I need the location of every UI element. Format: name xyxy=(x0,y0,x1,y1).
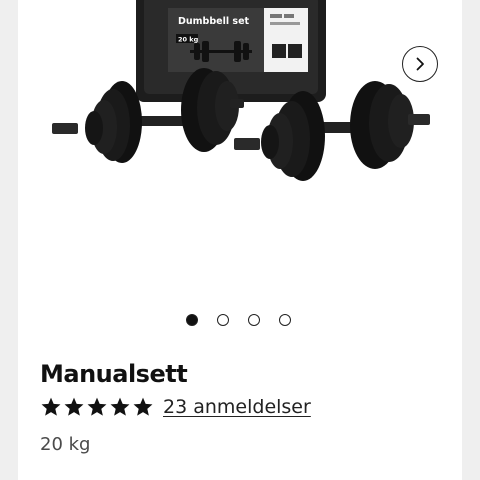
star-icon xyxy=(41,397,61,416)
chevron-right-icon xyxy=(416,57,424,71)
product-title: Manualsett xyxy=(40,360,188,388)
product-variant-weight: 20 kg xyxy=(40,434,91,455)
star-icon xyxy=(133,397,153,416)
case-label-title: Dumbbell set xyxy=(178,16,250,27)
gallery-dot[interactable] xyxy=(217,314,229,326)
product-card: Dumbbell set 20 kg Manualsett 23 anmelde… xyxy=(18,0,462,480)
gallery-dot[interactable] xyxy=(279,314,291,326)
star-icon xyxy=(87,397,107,416)
rating-stars xyxy=(40,396,154,418)
star-icon xyxy=(64,397,84,416)
product-rating: 23 anmeldelser xyxy=(40,396,311,418)
product-image-gallery[interactable]: Dumbbell set 20 kg xyxy=(18,0,462,300)
star-icon xyxy=(110,397,130,416)
gallery-dot[interactable] xyxy=(248,314,260,326)
next-image-button[interactable] xyxy=(402,46,438,82)
gallery-pagination xyxy=(186,314,291,326)
gallery-dot[interactable] xyxy=(186,314,198,326)
reviews-link[interactable]: 23 anmeldelser xyxy=(163,396,311,418)
case-label-weight: 20 kg xyxy=(178,36,199,44)
product-image: Dumbbell set 20 kg xyxy=(52,0,430,181)
